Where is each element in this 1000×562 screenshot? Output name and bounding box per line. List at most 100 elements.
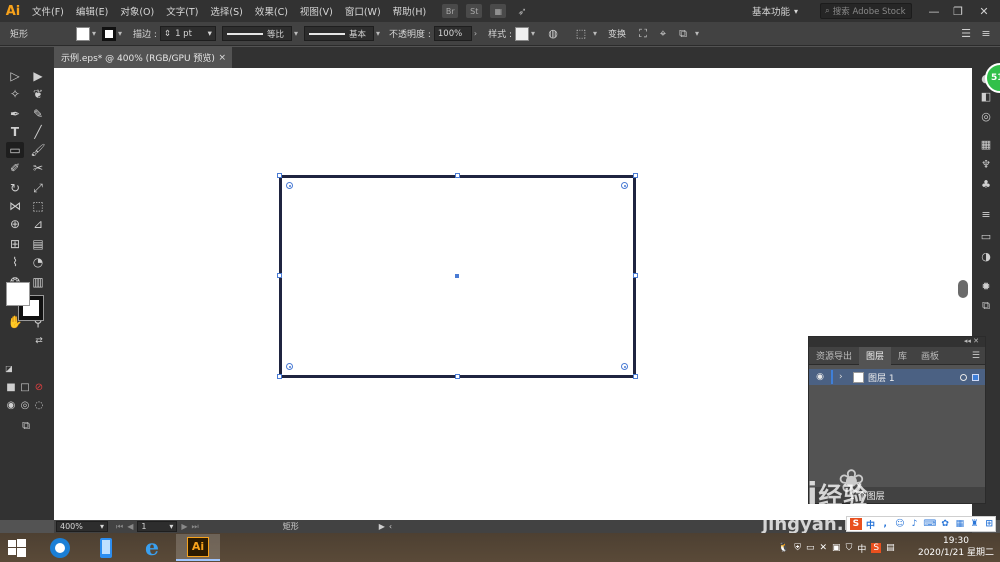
fill-color-box[interactable] [6,282,30,306]
last-artboard-icon[interactable]: ⏭ [192,522,199,532]
free-transform-tool-icon[interactable]: ⬚ [29,198,47,214]
paintbrush-tool-icon[interactable]: 🖌 [29,142,47,158]
tray-ime-indicator[interactable]: 中 [857,542,866,555]
document-tab[interactable]: 示例.eps* @ 400% (RGB/GPU 预览) × [54,47,232,68]
menu-effect[interactable]: 效果(C) [249,4,294,18]
column-graph-tool-icon[interactable]: ▥ [29,274,47,290]
keyboard-icon[interactable]: ⌨ [923,518,936,530]
voice-icon[interactable]: ♪ [909,518,921,530]
default-fill-stroke-icon[interactable]: ◪ [4,364,14,374]
layer-name[interactable]: 图层 1 [868,371,895,384]
opacity-label[interactable]: 不透明度 : [386,27,434,40]
chevron-right-icon[interactable]: › [472,29,479,38]
appearance-icon[interactable]: ◎ [978,109,994,123]
rotate-tool-icon[interactable]: ↻ [6,180,24,196]
battery-icon[interactable]: ▭ [806,543,815,553]
skin-icon[interactable]: ✿ [939,518,951,530]
chevron-down-icon[interactable]: ▾ [116,29,124,38]
layer-row[interactable]: ◉ › 图层 1 [809,369,985,385]
shield-icon[interactable]: ⛉ [846,543,853,553]
expand-chevron-icon[interactable]: › [839,372,849,382]
perspective-grid-tool-icon[interactable]: ⊿ [29,216,47,232]
handle-bottom-left[interactable] [277,374,282,379]
menu-file[interactable]: 文件(F) [26,4,70,18]
prev-artboard-icon[interactable]: ◀ [127,522,133,531]
menu-type[interactable]: 文字(T) [160,4,204,18]
align-icon[interactable]: ⬚ [573,27,589,41]
transform-button[interactable]: 变换 [605,27,629,40]
close-window-button[interactable]: ✕ [974,3,994,19]
chevron-down-icon[interactable]: ▾ [292,29,300,38]
line-tool-icon[interactable]: ╱ [29,124,47,140]
status-menu-icon[interactable]: ▶ [379,522,385,531]
menu-select[interactable]: 选择(S) [204,4,248,18]
transparency-icon[interactable]: ◑ [978,249,994,263]
shirt-icon[interactable]: ♜ [969,518,981,530]
ime-mode-indicator[interactable]: 中 [865,518,877,531]
handle-bottom-right[interactable] [633,374,638,379]
handle-top-center[interactable] [455,173,460,178]
visibility-eye-icon[interactable]: ◉ [809,372,831,382]
selection-tool-icon[interactable]: ▷ [6,68,24,84]
close-tab-icon[interactable]: × [218,53,226,63]
stroke-panel-icon[interactable]: ≡ [978,207,994,221]
sogou-logo-icon[interactable]: S [850,518,862,530]
swap-fill-stroke-icon[interactable]: ⇄ [34,336,44,346]
tab-libraries[interactable]: 库 [891,347,914,365]
toolbox-icon[interactable]: ▦ [954,518,966,530]
update-icon[interactable]: ▣ [832,543,841,553]
symbols-icon[interactable]: ♣ [978,177,994,191]
panel-options-icon[interactable]: ☰ [958,27,974,41]
chevron-down-icon[interactable]: ▾ [693,29,701,38]
chevron-down-icon[interactable]: ▾ [374,29,382,38]
graphic-styles-icon[interactable]: ✹ [978,279,994,293]
tab-artboards[interactable]: 画板 [914,347,946,365]
panel-menu-icon[interactable]: ☰ [972,351,980,361]
draw-inside-icon[interactable]: ◌ [33,400,45,412]
chevron-down-icon[interactable]: ▾ [529,29,537,38]
scale-tool-icon[interactable]: ⤢ [29,180,47,196]
scissors-tool-icon[interactable]: ✂ [29,160,47,176]
handle-bottom-center[interactable] [455,374,460,379]
taskbar-ie-app[interactable]: e [130,534,174,561]
panel-collapse-icon[interactable]: ◂◂ ✕ [809,337,985,347]
menu-object[interactable]: 对象(O) [114,4,160,18]
direct-selection-tool-icon[interactable]: ▶ [29,68,47,84]
draw-behind-icon[interactable]: ◎ [19,400,31,412]
menu-edit[interactable]: 编辑(E) [70,4,114,18]
qq-icon[interactable]: 🐧 [778,543,789,553]
stock-icon[interactable]: St [466,4,483,18]
notification-icon[interactable]: ▤ [886,543,895,553]
eyedropper-tool-icon[interactable]: ⌇ [6,254,24,270]
screen-mode-icon[interactable]: ⧉ [17,418,35,432]
rectangle-tool-icon[interactable]: ▭ [6,142,24,158]
scroll-left-icon[interactable]: ‹ [389,522,392,531]
emoji-icon[interactable]: ☺ [894,518,906,530]
corner-widget-bottom-right[interactable] [621,363,628,370]
swatches-icon[interactable]: ▦ [978,137,994,151]
color-mode-icon[interactable]: ■ [5,382,17,394]
menu-help[interactable]: 帮助(H) [387,4,433,18]
pen-tool-icon[interactable]: ✒ [6,106,24,122]
chevron-down-icon[interactable]: ▾ [90,29,98,38]
corner-widget-top-left[interactable] [286,182,293,189]
corner-widget-top-right[interactable] [621,182,628,189]
zoom-field[interactable]: 400% ▾ [56,521,108,532]
sogou-tray-icon[interactable]: S [871,543,882,553]
lasso-tool-icon[interactable]: ❦ [29,86,47,102]
restore-button[interactable]: ❐ [948,3,968,19]
artboard-index-field[interactable]: 1 ▾ [137,521,178,532]
draw-normal-icon[interactable]: ◉ [5,400,17,412]
chevron-down-icon[interactable]: ▾ [591,29,599,38]
handle-top-right[interactable] [633,173,638,178]
brush-definition[interactable]: 基本 [303,26,374,41]
recolor-artwork-icon[interactable]: ◍ [545,27,561,41]
curvature-tool-icon[interactable]: ✎ [29,106,47,122]
width-tool-icon[interactable]: ⋈ [6,198,24,214]
network-icon[interactable]: ✕ [820,543,828,553]
collapse-panel-icon[interactable]: ≡ [978,27,994,41]
color-guide-icon[interactable]: ◧ [978,89,994,103]
blend-tool-icon[interactable]: ◔ [29,254,47,270]
gradient-mode-icon[interactable]: □ [19,382,31,394]
mesh-tool-icon[interactable]: ⊞ [6,236,24,252]
